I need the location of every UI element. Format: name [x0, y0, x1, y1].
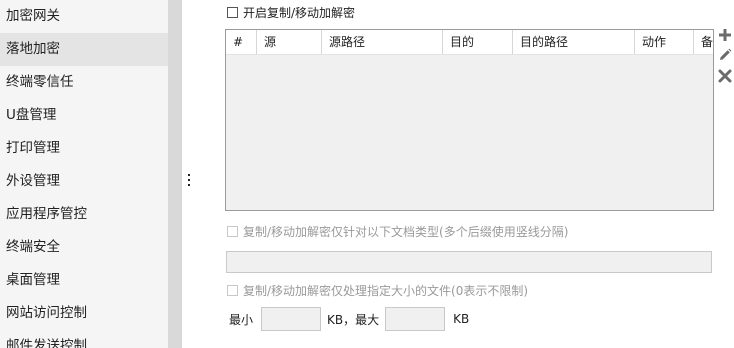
max-size-input[interactable]: [385, 307, 446, 331]
sidebar-item-print-management[interactable]: 打印管理: [0, 132, 168, 165]
doc-type-filter-label: 复制/移动加解密仅针对以下文档类型(多个后缀使用竖线分隔): [243, 224, 569, 239]
sidebar-item-endpoint-security[interactable]: 终端安全: [0, 231, 168, 264]
x-icon[interactable]: [718, 69, 732, 83]
size-filter-checkbox-row[interactable]: 复制/移动加解密仅处理指定大小的文件(0表示不限制): [227, 282, 528, 298]
size-range-row: 最小 KB，最大 KB: [229, 307, 469, 331]
rules-table[interactable]: # 源 源路径 目的 目的路径 动作 备注: [225, 29, 714, 211]
min-size-label: 最小: [229, 312, 254, 327]
sidebar-item-email-send-control[interactable]: 邮件发送控制: [0, 330, 168, 348]
sidebar-scrollbar[interactable]: [168, 0, 182, 348]
sidebar-item-label: 落地加密: [6, 41, 60, 57]
sidebar-item-encryption-gateway[interactable]: 加密网关: [0, 0, 168, 33]
sidebar-item-label: 邮件发送控制: [6, 338, 87, 348]
sidebar-item-landing-encryption[interactable]: 落地加密: [0, 33, 168, 66]
min-size-input[interactable]: [261, 307, 322, 331]
pencil-icon[interactable]: [718, 48, 732, 62]
sidebar-item-label: 加密网关: [6, 8, 60, 24]
doc-type-filter-checkbox-row[interactable]: 复制/移动加解密仅针对以下文档类型(多个后缀使用竖线分隔): [227, 223, 568, 239]
column-header-destination[interactable]: 目的: [443, 30, 513, 54]
max-size-unit-label: KB: [453, 312, 470, 326]
main-panel: 开启复制/移动加解密 # 源 源路径 目的 目的路径 动作 备注 复制/移动加解…: [195, 0, 734, 348]
splitter-grip-dot: [188, 184, 190, 186]
sidebar-item-label: 外设管理: [6, 173, 60, 189]
column-header-destination-path[interactable]: 目的路径: [513, 30, 635, 54]
sidebar-item-app-control[interactable]: 应用程序管控: [0, 198, 168, 231]
sidebar-item-usb-management[interactable]: U盘管理: [0, 99, 168, 132]
column-header-remark[interactable]: 备注: [694, 30, 713, 54]
column-header-index[interactable]: #: [226, 30, 257, 54]
sidebar-item-label: 终端零信任: [6, 74, 74, 90]
enable-copy-move-label: 开启复制/移动加解密: [243, 5, 356, 20]
size-filter-checkbox[interactable]: [227, 284, 238, 296]
table-header: # 源 源路径 目的 目的路径 动作 备注: [226, 30, 713, 55]
sidebar-item-label: 应用程序管控: [6, 206, 87, 222]
size-filter-label: 复制/移动加解密仅处理指定大小的文件(0表示不限制): [243, 283, 529, 298]
doc-type-filter-checkbox[interactable]: [227, 225, 238, 237]
splitter-grip-dot: [188, 179, 190, 181]
column-header-source[interactable]: 源: [257, 30, 322, 54]
panel-splitter[interactable]: [183, 0, 195, 348]
column-header-source-path[interactable]: 源路径: [322, 30, 443, 54]
sidebar-item-web-access-control[interactable]: 网站访问控制: [0, 297, 168, 330]
sidebar-nav: 加密网关 落地加密 终端零信任 U盘管理 打印管理 外设管理 应用程序管控 终端…: [0, 0, 168, 348]
sidebar-item-endpoint-zero-trust[interactable]: 终端零信任: [0, 66, 168, 99]
sidebar-item-desktop-management[interactable]: 桌面管理: [0, 264, 168, 297]
doc-type-extensions-input[interactable]: [226, 251, 712, 273]
sidebar-item-label: 终端安全: [6, 239, 60, 255]
plus-icon[interactable]: [718, 28, 732, 42]
min-size-unit-label: KB，最大: [327, 312, 380, 327]
sidebar-item-label: 网站访问控制: [6, 305, 87, 321]
sidebar-item-label: U盘管理: [6, 107, 57, 123]
sidebar-item-label: 打印管理: [6, 140, 60, 156]
enable-copy-move-checkbox[interactable]: [227, 6, 238, 18]
enable-copy-move-checkbox-row[interactable]: 开启复制/移动加解密: [227, 4, 355, 20]
column-header-action[interactable]: 动作: [635, 30, 694, 54]
sidebar-item-peripheral-management[interactable]: 外设管理: [0, 165, 168, 198]
splitter-grip-dot: [188, 174, 190, 176]
sidebar-item-label: 桌面管理: [6, 272, 60, 288]
